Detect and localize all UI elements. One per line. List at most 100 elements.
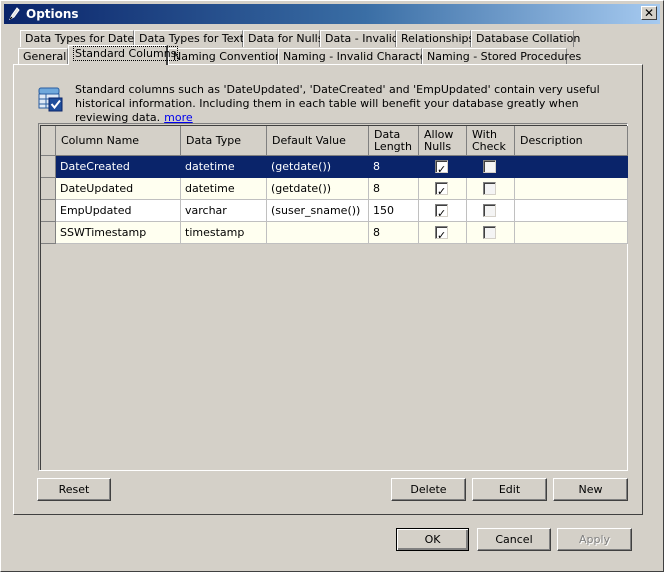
- tab-label: Standard Columns: [73, 46, 179, 61]
- row-header[interactable]: [41, 200, 56, 222]
- cell-data-length[interactable]: 8: [369, 222, 419, 244]
- cell-data-type[interactable]: datetime: [181, 156, 267, 178]
- cell-default-value[interactable]: (getdate()): [267, 178, 369, 200]
- tab-data-invalid[interactable]: Data - Invalid: [320, 30, 399, 47]
- header-label: Data Length: [374, 127, 412, 153]
- cell-data-length[interactable]: 8: [369, 178, 419, 200]
- close-button[interactable]: ✕: [641, 6, 657, 20]
- cell-default-value[interactable]: (getdate()): [267, 156, 369, 178]
- cell-data-type[interactable]: varchar: [181, 200, 267, 222]
- cancel-button[interactable]: Cancel: [477, 528, 551, 551]
- delete-button[interactable]: Delete: [391, 478, 466, 501]
- with-check-checkbox[interactable]: [483, 182, 496, 195]
- with-check-checkbox[interactable]: [483, 160, 496, 173]
- title-bar[interactable]: Options ✕: [4, 4, 660, 24]
- tab-label: Relationships: [401, 32, 475, 45]
- cell-column-name[interactable]: SSWTimestamp: [56, 222, 181, 244]
- tab-naming-stored-procedures[interactable]: Naming - Stored Procedures: [422, 48, 581, 65]
- cell-with-check: [467, 178, 515, 200]
- row-header[interactable]: [41, 178, 56, 200]
- reset-label: Reset: [58, 483, 90, 496]
- pen-icon: [8, 7, 20, 21]
- table-row[interactable]: DateUpdated datetime (getdate()) 8: [41, 178, 628, 200]
- cell-allow-nulls: [419, 178, 467, 200]
- cell-with-check: [467, 222, 515, 244]
- tab-label: Data Types for Dates: [25, 32, 140, 45]
- cell-description[interactable]: [515, 178, 628, 200]
- cell-column-name[interactable]: EmpUpdated: [56, 200, 181, 222]
- header-label: Default Value: [272, 133, 346, 147]
- tab-naming-conventions[interactable]: Naming Conventions: [168, 48, 288, 65]
- table-row[interactable]: EmpUpdated varchar (suser_sname()) 150: [41, 200, 628, 222]
- row-header[interactable]: [41, 222, 56, 244]
- allow-nulls-checkbox[interactable]: [435, 203, 448, 221]
- header-with-check[interactable]: With Check: [467, 126, 515, 156]
- tab-data-for-nulls[interactable]: Data for Nulls: [243, 30, 324, 47]
- cell-data-length[interactable]: 8: [369, 156, 419, 178]
- tab-database-collation[interactable]: Database Collation: [471, 30, 580, 47]
- grid-body: Column Name Data Type Default Value Data…: [40, 125, 628, 470]
- header-label: Description: [520, 133, 583, 147]
- cell-data-type[interactable]: datetime: [181, 178, 267, 200]
- with-check-checkbox[interactable]: [483, 204, 496, 217]
- cell-allow-nulls: [419, 200, 467, 222]
- cell-allow-nulls: [419, 222, 467, 244]
- cell-data-length[interactable]: 150: [369, 200, 419, 222]
- cell-column-name[interactable]: DateUpdated: [56, 178, 181, 200]
- delete-label: Delete: [410, 483, 447, 496]
- allow-nulls-checkbox[interactable]: [435, 181, 448, 199]
- tab-label: Naming Conventions: [173, 50, 288, 63]
- header-data-type[interactable]: Data Type: [181, 126, 267, 156]
- apply-button[interactable]: Apply: [557, 528, 632, 551]
- ok-label: OK: [424, 533, 441, 546]
- info-text-block: Standard columns such as 'DateUpdated', …: [75, 83, 615, 125]
- cell-description[interactable]: [515, 200, 628, 222]
- cell-data-type[interactable]: timestamp: [181, 222, 267, 244]
- tab-label: Database Collation: [476, 32, 581, 45]
- tab-naming-invalid-characters[interactable]: Naming - Invalid Characters: [278, 48, 437, 65]
- header-label: With Check: [472, 127, 506, 153]
- header-column-name[interactable]: Column Name: [56, 126, 181, 156]
- cell-with-check: [467, 200, 515, 222]
- tab-label: Data - Invalid: [325, 32, 399, 45]
- with-check-checkbox[interactable]: [483, 226, 496, 239]
- header-corner: [41, 126, 56, 156]
- new-label: New: [578, 483, 603, 496]
- edit-label: Edit: [498, 483, 521, 496]
- header-data-length[interactable]: Data Length: [369, 126, 419, 156]
- ok-button[interactable]: OK: [396, 528, 469, 551]
- cell-column-name[interactable]: DateCreated: [56, 156, 181, 178]
- cell-with-check: [467, 156, 515, 178]
- reset-button[interactable]: Reset: [37, 478, 111, 501]
- cell-description[interactable]: [515, 222, 628, 244]
- cell-default-value[interactable]: (suser_sname()): [267, 200, 369, 222]
- new-button[interactable]: New: [553, 478, 628, 501]
- window-title: Options: [26, 7, 79, 21]
- tab-standard-columns[interactable]: Standard Columns: [68, 45, 179, 65]
- tab-label: Naming - Invalid Characters: [283, 50, 437, 63]
- row-header[interactable]: [41, 156, 56, 178]
- edit-button[interactable]: Edit: [472, 478, 547, 501]
- tab-label: Data for Nulls: [248, 32, 324, 45]
- header-allow-nulls[interactable]: Allow Nulls: [419, 126, 467, 156]
- table-row[interactable]: DateCreated datetime (getdate()) 8: [41, 156, 628, 178]
- tab-general[interactable]: General: [18, 48, 68, 65]
- standard-columns-grid[interactable]: Column Name Data Type Default Value Data…: [38, 123, 628, 471]
- allow-nulls-checkbox[interactable]: [435, 225, 448, 243]
- cell-description[interactable]: [515, 156, 628, 178]
- table-check-icon: [38, 87, 63, 112]
- header-label: Allow Nulls: [424, 127, 454, 153]
- tab-label: General: [23, 50, 67, 63]
- header-description[interactable]: Description: [515, 126, 628, 156]
- cancel-label: Cancel: [495, 533, 533, 546]
- header-default-value[interactable]: Default Value: [267, 126, 369, 156]
- cell-allow-nulls: [419, 156, 467, 178]
- allow-nulls-checkbox[interactable]: [435, 159, 448, 177]
- apply-label: Apply: [578, 533, 611, 546]
- table-row[interactable]: SSWTimestamp timestamp 8: [41, 222, 628, 244]
- tab-label: Data Types for Text: [139, 32, 245, 45]
- tab-relationships[interactable]: Relationships: [396, 30, 475, 47]
- header-label: Column Name: [61, 133, 140, 147]
- cell-default-value[interactable]: [267, 222, 369, 244]
- header-label: Data Type: [186, 133, 242, 147]
